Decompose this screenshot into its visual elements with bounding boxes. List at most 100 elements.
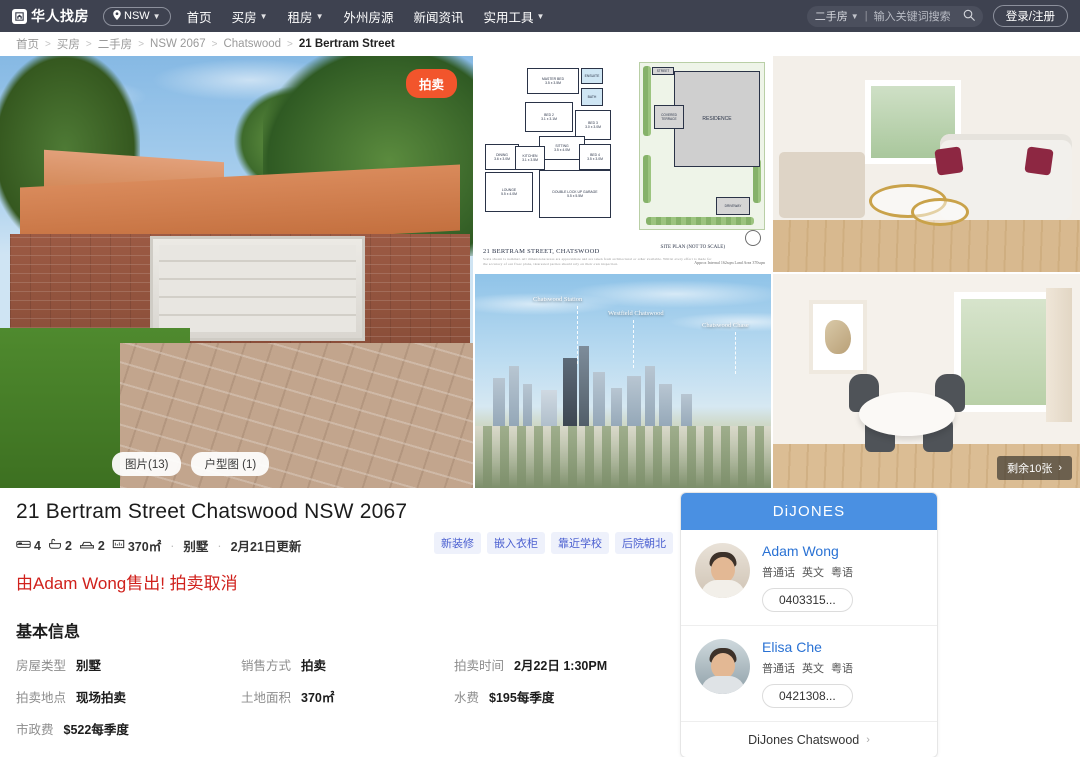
agent-phone-button[interactable]: 0403315... bbox=[762, 588, 853, 612]
info-value: $522每季度 bbox=[63, 723, 129, 737]
search-input[interactable]: 输入关键词搜索 bbox=[874, 8, 963, 24]
avatar bbox=[695, 639, 750, 694]
chevron-down-icon: ▼ bbox=[152, 11, 161, 21]
chevron-right-icon: › bbox=[1058, 462, 1062, 474]
agent-row: Adam Wong 普通话 英文 粤语 0403315... bbox=[681, 530, 937, 625]
gallery-photo-dining-room[interactable]: 剩余10张 › bbox=[773, 274, 1080, 488]
photo-gallery: 拍卖 图片(13) 户型图 (1) MASTER BED 3.5 x 3.5M … bbox=[0, 56, 1080, 488]
agent-row: Elisa Che 普通话 英文 粤语 0421308... bbox=[681, 625, 937, 721]
gallery-tab-photos[interactable]: 图片(13) bbox=[112, 452, 182, 476]
search-category-selector[interactable]: 二手房 ▼ bbox=[815, 8, 859, 24]
info-value: 370㎡ bbox=[301, 691, 335, 705]
tag-renovated: 新装修 bbox=[434, 532, 481, 554]
more-photos-label: 剩余10张 bbox=[1007, 463, 1053, 475]
info-auction-time: 拍卖时间 2月22日 1:30PM bbox=[454, 655, 660, 674]
city-label-station: Chatswood Station bbox=[533, 296, 583, 303]
agent-phone-button[interactable]: 0421308... bbox=[762, 684, 853, 708]
agent-name[interactable]: Adam Wong bbox=[762, 543, 853, 559]
info-key: 拍卖时间 bbox=[454, 659, 505, 673]
location-selector[interactable]: NSW ▼ bbox=[103, 6, 171, 26]
living-room-photo bbox=[773, 56, 1080, 272]
room-dim: 3.5 x 3.5M bbox=[545, 81, 561, 85]
header-right: 二手房 ▼ | 输入关键词搜索 登录/注册 bbox=[806, 5, 1068, 27]
floorplan-caption: 21 BERTRAM STREET, CHATSWOOD Scale shown… bbox=[483, 248, 713, 266]
auction-badge: 拍卖 bbox=[405, 69, 457, 98]
info-key: 销售方式 bbox=[241, 659, 292, 673]
info-value: 拍卖 bbox=[301, 659, 327, 673]
agency-sidebar: DiJONES Adam Wong 普通话 英文 粤语 0403315... E… bbox=[680, 492, 938, 757]
search-icon[interactable] bbox=[963, 9, 975, 24]
agent-name[interactable]: Elisa Che bbox=[762, 639, 853, 655]
page-title: 21 Bertram Street Chatswood NSW 2067 bbox=[16, 500, 408, 523]
floorplan-room: BATH bbox=[581, 88, 603, 106]
floorplan-room: BED 2 3.1 x 3.1M bbox=[525, 102, 573, 132]
baths-count: 2 bbox=[64, 538, 72, 553]
search-bar[interactable]: 二手房 ▼ | 输入关键词搜索 bbox=[806, 5, 983, 27]
nav-item-home[interactable]: 首页 bbox=[187, 7, 212, 26]
site-residence: RESIDENCE bbox=[674, 71, 760, 167]
info-key: 拍卖地点 bbox=[16, 691, 67, 705]
login-register-button[interactable]: 登录/注册 bbox=[992, 5, 1068, 27]
breadcrumb-separator: > bbox=[45, 38, 51, 50]
breadcrumb-item-home[interactable]: 首页 bbox=[16, 36, 39, 52]
site-label: DRIVEWAY bbox=[724, 204, 742, 208]
gallery-photo-living-room[interactable] bbox=[773, 56, 1080, 272]
nav-label: 买房 bbox=[231, 10, 257, 25]
house-exterior-photo bbox=[0, 56, 473, 488]
nav-item-tools[interactable]: 实用工具 ▼ bbox=[484, 7, 545, 26]
room-dim: 5.5 x 5.5M bbox=[567, 194, 583, 198]
floorplan-room: DINING 3.6 x 3.0M bbox=[485, 144, 519, 170]
area-value: 370㎡ bbox=[127, 540, 162, 554]
site-driveway: DRIVEWAY bbox=[716, 197, 750, 215]
room-dim: 3.6 x 3.0M bbox=[494, 157, 510, 161]
more-photos-badge[interactable]: 剩余10张 › bbox=[997, 456, 1072, 480]
language: 英文 bbox=[802, 567, 824, 579]
floorplan-caption-text: 21 BERTRAM STREET, CHATSWOOD bbox=[483, 248, 600, 256]
property-details: 21 Bertram Street Chatswood NSW 2067 4 2… bbox=[16, 486, 673, 757]
property-tags: 新装修 嵌入衣柜 靠近学校 后院朝北 bbox=[434, 532, 673, 554]
site-logo[interactable]: 华人找房 bbox=[12, 6, 89, 26]
floorplan-room: BED 4 3.5 x 3.0M bbox=[579, 144, 611, 170]
info-property-type: 房屋类型 别墅 bbox=[16, 655, 241, 674]
floorplan-area-note: Approx Internal 162sqm Land Area 370sqm bbox=[694, 260, 765, 265]
nav-item-interstate[interactable]: 外州房源 bbox=[343, 7, 393, 26]
info-council-rate: 市政费 $522每季度 bbox=[16, 719, 241, 738]
info-key: 市政费 bbox=[16, 723, 54, 737]
language: 粤语 bbox=[831, 567, 853, 579]
chatswood-skyline-photo: Chatswood Station Westfield Chatswood Ch… bbox=[475, 274, 771, 488]
tag-north-backyard: 后院朝北 bbox=[615, 532, 673, 554]
info-value: 2月22日 1:30PM bbox=[514, 659, 608, 673]
breadcrumb-separator: > bbox=[287, 38, 293, 50]
chevron-right-icon: › bbox=[866, 733, 870, 746]
floorplan-room: KITCHEN 3.1 x 3.5M bbox=[515, 146, 545, 170]
agency-office-link[interactable]: DiJones Chatswood › bbox=[681, 721, 937, 757]
city-label-chase: Chatswood Chase bbox=[702, 322, 749, 329]
agent-languages: 普通话 英文 粤语 bbox=[762, 564, 853, 580]
gallery-main-photo[interactable]: 拍卖 图片(13) 户型图 (1) bbox=[0, 56, 473, 488]
info-sale-method: 销售方式 拍卖 bbox=[241, 655, 454, 674]
nav-item-rent[interactable]: 租房 ▼ bbox=[288, 7, 324, 26]
house-logo-icon bbox=[12, 8, 27, 24]
breadcrumb-item-suburb[interactable]: Chatswood bbox=[223, 38, 281, 50]
info-key: 房屋类型 bbox=[16, 659, 67, 673]
breadcrumb-item-postcode[interactable]: NSW 2067 bbox=[150, 38, 206, 50]
nav-label: 首页 bbox=[186, 10, 212, 25]
spec-beds: 4 bbox=[16, 538, 41, 553]
language: 英文 bbox=[802, 663, 824, 675]
site-logo-text: 华人找房 bbox=[31, 8, 89, 24]
tag-near-school: 靠近学校 bbox=[551, 532, 609, 554]
breadcrumb-current: 21 Bertram Street bbox=[298, 38, 395, 50]
site-header: 华人找房 NSW ▼ 首页 买房 ▼ 租房 ▼ 外州房源 新闻资讯 实用工具 ▼ bbox=[0, 0, 1080, 32]
gallery-floorplan-thumb[interactable]: MASTER BED 3.5 x 3.5M ENSUITE BATH BED 2… bbox=[475, 56, 771, 272]
gallery-tab-floorplan[interactable]: 户型图 (1) bbox=[191, 452, 270, 476]
breadcrumb-item-resale[interactable]: 二手房 bbox=[98, 36, 133, 52]
basic-info-grid: 房屋类型 别墅 销售方式 拍卖 拍卖时间 2月22日 1:30PM 拍卖地点 现… bbox=[16, 655, 660, 738]
breadcrumb-item-buy[interactable]: 买房 bbox=[57, 36, 80, 52]
nav-item-buy[interactable]: 买房 ▼ bbox=[232, 7, 268, 26]
nav-item-news[interactable]: 新闻资讯 bbox=[414, 7, 464, 26]
gallery-photo-city-view[interactable]: Chatswood Station Westfield Chatswood Ch… bbox=[475, 274, 771, 488]
spec-baths: 2 bbox=[48, 538, 72, 553]
bed-icon bbox=[16, 538, 31, 553]
room-dim: 3.5 x 4.0M bbox=[554, 148, 570, 152]
info-value: $195每季度 bbox=[489, 691, 555, 705]
